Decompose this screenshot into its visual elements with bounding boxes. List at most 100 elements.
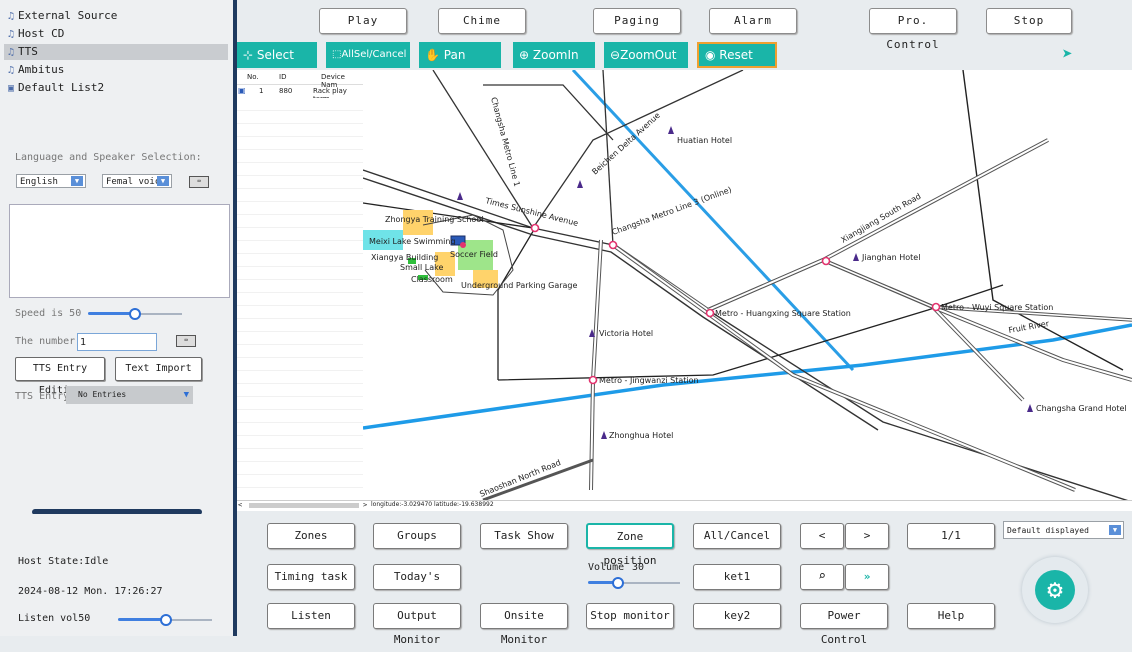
display-select[interactable]: Default displayed ▼ — [1003, 521, 1124, 539]
number-input[interactable]: 1 — [77, 333, 157, 351]
map-statusbar: < > longitude:-3.029470 latitude:-19.638… — [237, 500, 1132, 511]
map-label: Zhongya Training School — [385, 215, 483, 224]
paging-button[interactable]: Paging — [593, 8, 681, 34]
hotel-pin-icon — [577, 180, 583, 188]
stop-monitor-button[interactable]: Stop monitor — [586, 603, 674, 629]
table-row[interactable]: ▣ 1 880 Rack play term — [237, 85, 363, 103]
scroll-left-icon[interactable]: < — [238, 501, 242, 509]
output-monitor-button[interactable]: Output Monitor — [373, 603, 461, 646]
source-panel: ♫ External Source ♫ Host CD ♫ TTS ♫ Ambitus … — [0, 0, 234, 510]
zoom-out-button[interactable]: ⊖ZoomOut — [604, 42, 688, 68]
station-marker[interactable] — [588, 375, 598, 385]
station-marker[interactable] — [530, 223, 540, 233]
language-title: Language and Speaker Selection: — [15, 152, 202, 163]
listen-button[interactable]: Listen — [267, 603, 355, 629]
host-state: Host State:Idle — [18, 556, 109, 567]
number-label: The number — [15, 336, 76, 347]
tts-entry-editing-button[interactable]: TTS Entry Editing — [15, 357, 105, 396]
search-icon[interactable]: ⌕ — [800, 564, 844, 590]
speed-slider-fill — [88, 312, 134, 315]
speed-slider-track[interactable] — [134, 313, 182, 315]
alarm-button[interactable]: Alarm — [709, 8, 797, 34]
map-label: Changsha Metro Line 3 (Online) — [611, 185, 733, 237]
station-marker[interactable] — [821, 256, 831, 266]
voice-select[interactable]: Femal voice ▼ — [102, 174, 172, 188]
select-tool-button[interactable]: ⊹ Select — [237, 42, 317, 68]
chime-button[interactable]: Chime — [438, 8, 526, 34]
volume-handle[interactable] — [612, 577, 624, 589]
listen-volume-track[interactable] — [166, 619, 212, 621]
zoom-in-button[interactable]: ⊕ ZoomIn — [513, 42, 595, 68]
station-marker[interactable] — [608, 240, 618, 250]
map-label: Xiangya Building — [371, 253, 438, 262]
station-marker[interactable] — [705, 308, 715, 318]
prev-page-button[interactable]: < — [800, 523, 844, 549]
text-import-button[interactable]: Text Import — [115, 357, 202, 381]
map-canvas[interactable]: Changsha Metro Line 1 Beichen Delta Aven… — [363, 70, 1132, 500]
map-label: Beichen Delta Avenue — [590, 111, 662, 177]
stop-button[interactable]: Stop — [986, 8, 1072, 34]
pro-control-button[interactable]: Pro. Control — [869, 8, 957, 51]
help-button[interactable]: Help — [907, 603, 995, 629]
play-button[interactable]: Play — [319, 8, 407, 34]
page-indicator: 1/1 — [907, 523, 995, 549]
chevron-down-icon: ▼ — [1109, 525, 1121, 535]
host-datetime: 2024-08-12 Mon. 17:26:27 — [18, 586, 163, 597]
map-label: Soccer Field — [450, 250, 498, 259]
groups-button[interactable]: Groups — [373, 523, 461, 549]
tts-entry-label: TTS Entry — [15, 391, 70, 402]
hotel-pin-icon — [1027, 404, 1033, 412]
map-label: Meixi Lake Swimming — [369, 237, 456, 246]
music-note-icon: ♫ — [7, 65, 15, 76]
map-label: Metro - Jingwanzi Station — [599, 376, 699, 385]
horizontal-scrollbar[interactable] — [249, 503, 359, 508]
fast-forward-icon[interactable]: » — [845, 564, 889, 590]
volume-track[interactable] — [618, 582, 680, 584]
speed-slider-handle[interactable] — [129, 308, 141, 320]
map-label: Changsha Grand Hotel — [1036, 404, 1127, 413]
station-marker[interactable] — [931, 302, 941, 312]
map-label: Victoria Hotel — [599, 329, 653, 338]
timing-task-button[interactable]: Timing task — [267, 564, 355, 590]
settings-button[interactable]: ⚙ — [1022, 557, 1088, 623]
col-no: No. — [247, 73, 259, 81]
allsel-cancel-button[interactable]: ⬚AllSel/Cancel — [326, 42, 410, 68]
listen-volume-handle[interactable] — [160, 614, 172, 626]
map-label: Classroom — [411, 275, 453, 284]
map-svg[interactable]: Changsha Metro Line 1 Beichen Delta Aven… — [363, 70, 1132, 500]
keyboard-icon[interactable]: ⌨ — [189, 176, 209, 188]
map-label: Xiangjiang South Road — [840, 192, 923, 245]
hotel-pin-icon — [457, 192, 463, 200]
task-show-button[interactable]: Task Show — [480, 523, 568, 549]
tts-entry-select[interactable]: No Entries ▼ — [66, 386, 193, 404]
chevron-down-icon: ▼ — [71, 176, 83, 186]
todays-button[interactable]: Today's — [373, 564, 461, 590]
source-item-tts[interactable]: ♫ TTS — [4, 44, 228, 60]
zone-position-button[interactable]: Zone position — [586, 523, 674, 567]
pan-tool-button[interactable]: ✋ Pan — [419, 42, 501, 68]
language-select[interactable]: English ▼ — [16, 174, 86, 188]
music-note-icon: ♫ — [7, 47, 15, 58]
reset-button[interactable]: ◉ Reset — [697, 42, 777, 68]
map-label: Zhonghua Hotel — [609, 431, 673, 440]
source-item-ambitus[interactable]: ♫ Ambitus — [4, 62, 228, 78]
ket1-button[interactable]: ket1 — [693, 564, 781, 590]
reset-icon: ◉ — [705, 48, 720, 62]
key2-button[interactable]: key2 — [693, 603, 781, 629]
chevron-down-icon: ▼ — [183, 390, 189, 400]
speaker-icon: ▣ — [238, 86, 246, 95]
coordinate-readout: longitude:-3.029470 latitude:-19.638992 — [371, 501, 494, 508]
next-page-button[interactable]: > — [845, 523, 889, 549]
source-item-external[interactable]: ♫ External Source — [4, 8, 228, 24]
source-item-default-list[interactable]: ▣ Default List2 — [4, 80, 228, 96]
power-control-button[interactable]: Power Control — [800, 603, 888, 646]
keyboard-icon[interactable]: ⌨ — [176, 335, 196, 347]
tts-text-area[interactable] — [9, 204, 230, 298]
move-cursor-icon[interactable]: ➤ — [1062, 46, 1073, 64]
zones-button[interactable]: Zones — [267, 523, 355, 549]
scroll-right-icon[interactable]: > — [363, 501, 367, 509]
source-item-host-cd[interactable]: ♫ Host CD — [4, 26, 228, 42]
onsite-monitor-button[interactable]: Onsite Monitor — [480, 603, 568, 646]
music-note-icon: ♫ — [7, 29, 15, 40]
all-cancel-button[interactable]: All/Cancel — [693, 523, 781, 549]
